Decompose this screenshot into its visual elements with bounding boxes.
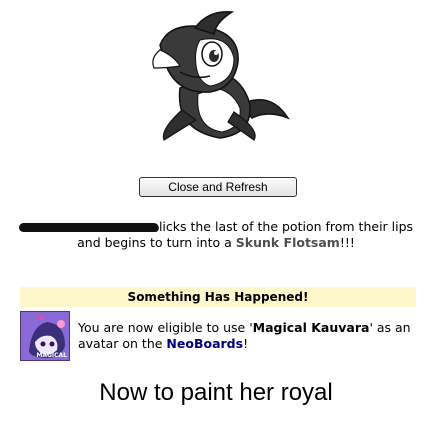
transformation-suffix: !!! <box>339 235 355 250</box>
magical-kauvara-avatar: MAGICAL <box>20 311 70 361</box>
avatar-eligible-message: You are now eligible to use 'Magical Kau… <box>78 320 418 352</box>
transformation-text-mid: and begins to turn into a <box>77 235 236 250</box>
avatar-name: Magical Kauvara <box>252 320 370 335</box>
close-and-refresh-button[interactable]: Close and Refresh <box>139 177 297 197</box>
avatar-text-after: ! <box>243 336 249 351</box>
redacted-pet-name <box>18 223 160 232</box>
avatar-text-before: You are now eligible to use ' <box>78 320 253 335</box>
new-pet-name: Skunk Flotsam <box>235 235 340 250</box>
transformation-message: licks the last of the potion from their … <box>6 219 426 251</box>
skunk-flotsam-pet-image <box>152 11 290 141</box>
transformation-text-lead: licks the last of the potion from their … <box>158 219 414 234</box>
event-heading: Something Has Happened! <box>20 287 416 307</box>
avatar-caption: MAGICAL <box>36 352 67 359</box>
caption-text: Now to paint her royal <box>99 379 333 406</box>
neoboards-link[interactable]: NeoBoards <box>166 336 243 351</box>
